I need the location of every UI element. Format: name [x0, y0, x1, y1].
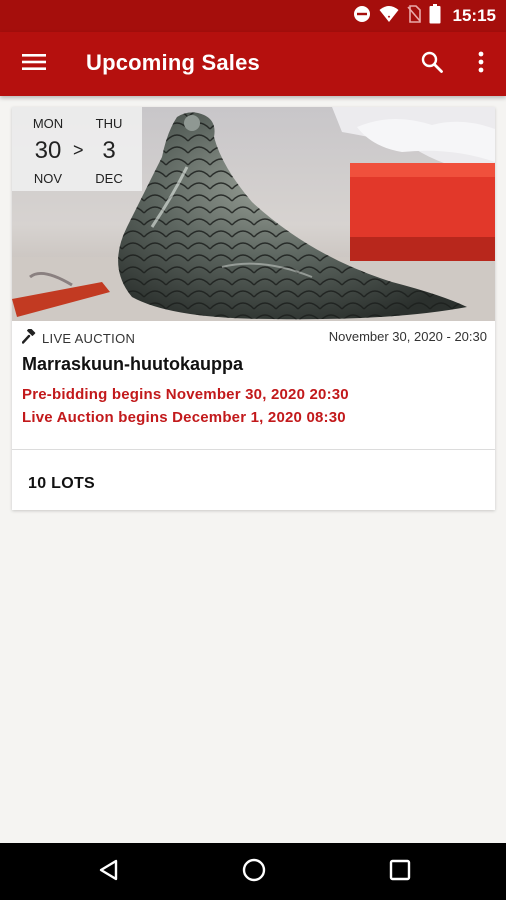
- auction-type: LIVE AUCTION: [21, 327, 136, 347]
- more-vert-icon: [478, 51, 484, 78]
- search-button[interactable]: [414, 48, 450, 80]
- start-month: NOV: [33, 171, 63, 186]
- menu-icon: [22, 52, 46, 77]
- status-time: 15:15: [452, 6, 496, 25]
- status-icons: 15:15: [353, 3, 496, 29]
- back-icon: [98, 858, 120, 887]
- home-icon: [241, 857, 267, 888]
- lots-button[interactable]: 10 LOTS: [28, 475, 95, 493]
- battery-icon: [429, 3, 441, 29]
- end-weekday: THU: [95, 116, 123, 131]
- live-auction-info: Live Auction begins December 1, 2020 08:…: [22, 409, 346, 426]
- divider: [12, 449, 495, 450]
- prebidding-info: Pre-bidding begins November 30, 2020 20:…: [22, 386, 349, 403]
- wifi-icon: [379, 5, 399, 28]
- sale-card[interactable]: MON 30 NOV > THU 3 DEC LIVE AUCTION Nove…: [12, 107, 495, 510]
- sale-meta-row: LIVE AUCTION November 30, 2020 - 20:30: [21, 327, 487, 347]
- page-title: Upcoming Sales: [86, 50, 260, 75]
- start-date: MON 30 NOV: [20, 107, 76, 186]
- end-date: THU 3 DEC: [81, 107, 137, 186]
- navigation-bar: [0, 843, 506, 900]
- recents-button[interactable]: [385, 857, 415, 887]
- search-icon: [421, 51, 443, 78]
- end-month: DEC: [95, 171, 123, 186]
- more-options-button[interactable]: [466, 48, 496, 80]
- sale-datetime: November 30, 2020 - 20:30: [328, 329, 487, 344]
- sale-image: MON 30 NOV > THU 3 DEC: [12, 107, 495, 321]
- back-button[interactable]: [94, 857, 124, 887]
- sale-title: Marraskuun-huutokauppa: [22, 354, 244, 374]
- gavel-icon: [21, 327, 37, 347]
- home-button[interactable]: [239, 857, 269, 887]
- do-not-disturb-icon: [353, 5, 371, 28]
- end-day: 3: [102, 137, 116, 164]
- start-day: 30: [34, 137, 62, 164]
- app-bar: Upcoming Sales: [0, 32, 506, 96]
- start-weekday: MON: [32, 116, 64, 131]
- no-sim-icon: [406, 4, 421, 28]
- status-bar: 15:15: [0, 0, 506, 32]
- date-range-box: MON 30 NOV > THU 3 DEC: [12, 107, 142, 191]
- menu-button[interactable]: [14, 48, 54, 80]
- auction-type-label: LIVE AUCTION: [42, 330, 136, 346]
- recents-icon: [389, 859, 411, 886]
